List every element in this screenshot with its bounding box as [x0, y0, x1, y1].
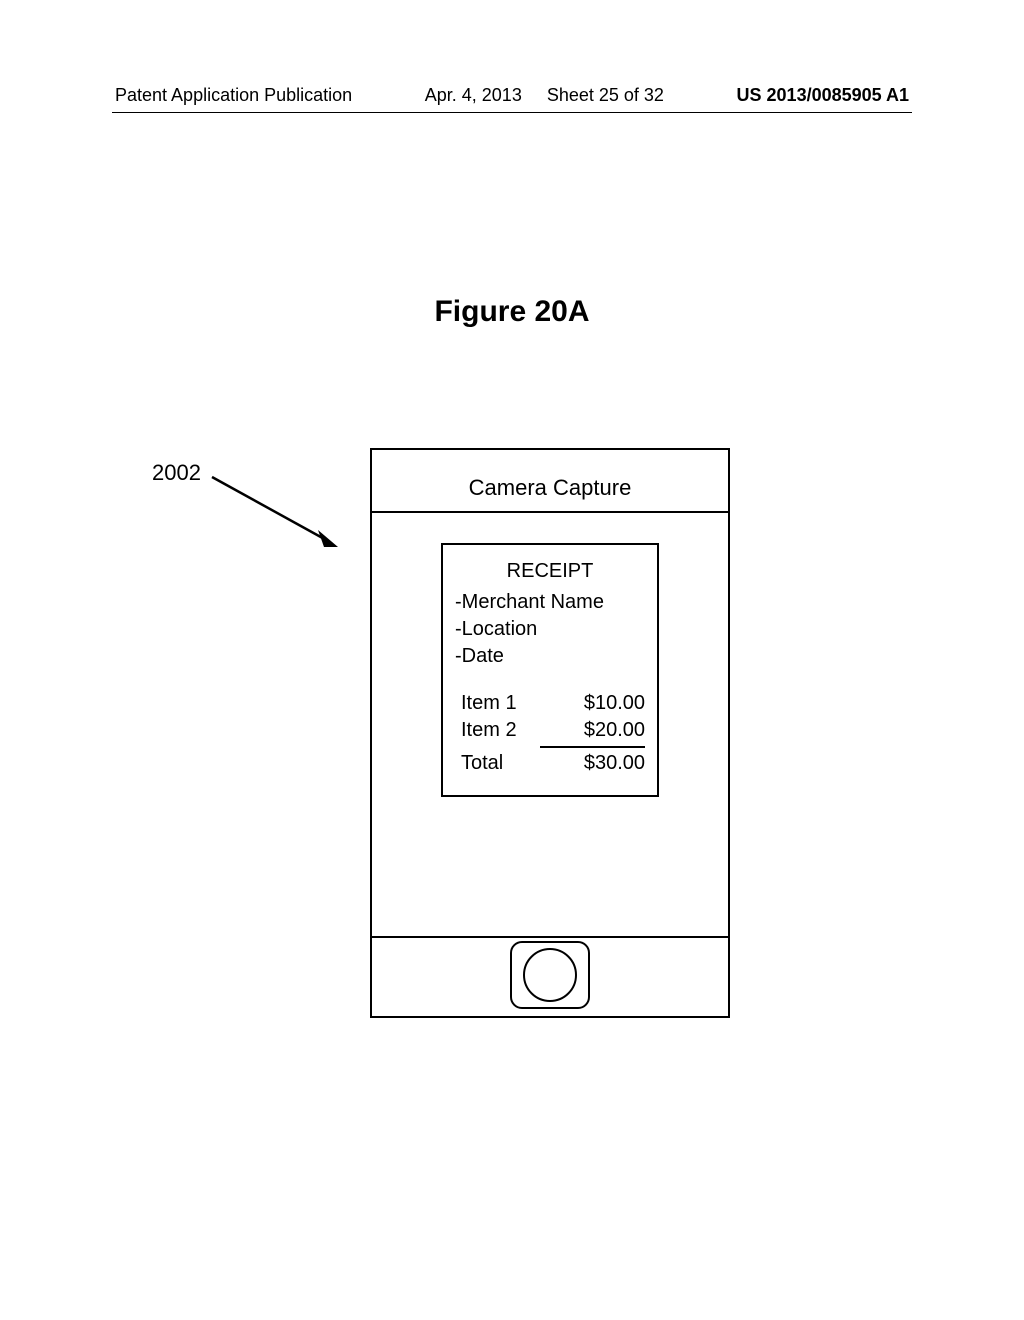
- receipt-item-row: Item 1 $10.00: [455, 690, 645, 717]
- receipt-field-location: -Location: [455, 618, 645, 641]
- receipt-field-date: -Date: [455, 645, 645, 668]
- receipt-heading: RECEIPT: [455, 560, 645, 583]
- receipt-item-row: Item 2 $20.00: [455, 717, 645, 744]
- header-date: Apr. 4, 2013: [425, 85, 522, 105]
- total-price: $30.00: [584, 752, 645, 775]
- total-label: Total: [461, 752, 503, 775]
- item-price: $20.00: [584, 719, 645, 742]
- receipt-total-row: Total $30.00: [455, 750, 645, 777]
- figure-title: Figure 20A: [0, 295, 1024, 329]
- header-sheet: Sheet 25 of 32: [547, 85, 664, 105]
- receipt-box: RECEIPT -Merchant Name -Location -Date I…: [441, 543, 659, 797]
- item-price: $10.00: [584, 692, 645, 715]
- phone-title-divider: [372, 511, 728, 513]
- item-label: Item 1: [461, 692, 517, 715]
- phone-screen-title: Camera Capture: [372, 450, 728, 511]
- header-center: Apr. 4, 2013 Sheet 25 of 32: [425, 85, 664, 106]
- reference-number: 2002: [152, 460, 201, 486]
- header-divider: [112, 112, 912, 113]
- phone-bottom-divider: [372, 936, 728, 938]
- item-label: Item 2: [461, 719, 517, 742]
- camera-shutter-button[interactable]: [510, 941, 590, 1009]
- shutter-circle-icon: [523, 948, 577, 1002]
- header-publication: Patent Application Publication: [115, 85, 352, 106]
- receipt-field-merchant: -Merchant Name: [455, 591, 645, 614]
- receipt-items: Item 1 $10.00 Item 2 $20.00 Total $30.00: [455, 690, 645, 777]
- phone-frame: Camera Capture RECEIPT -Merchant Name -L…: [370, 448, 730, 1018]
- header-pubnum: US 2013/0085905 A1: [737, 85, 909, 106]
- reference-arrow-icon: [210, 475, 340, 550]
- receipt-total-divider: [540, 746, 645, 748]
- page-header: Patent Application Publication Apr. 4, 2…: [0, 85, 1024, 106]
